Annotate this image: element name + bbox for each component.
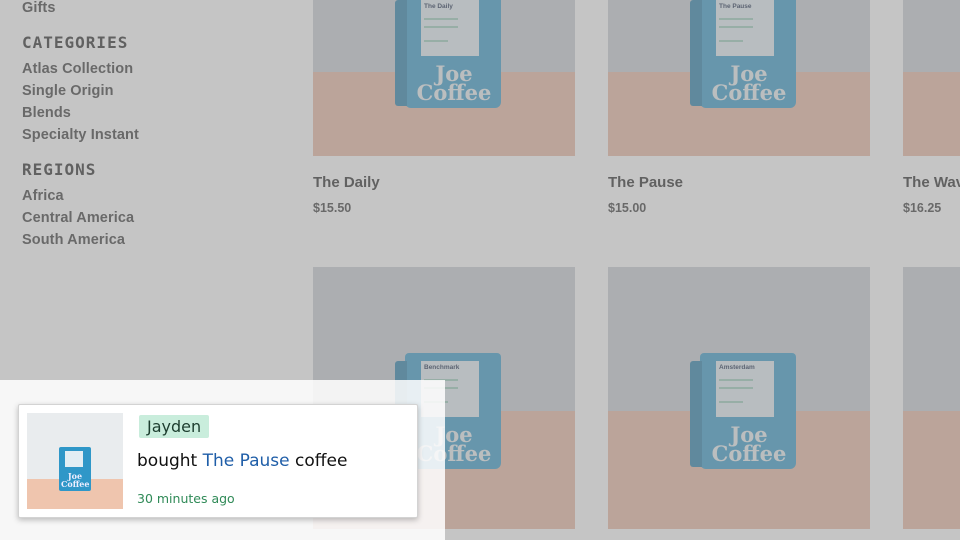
product-card[interactable]: The Daily Joe Coffee The Daily $15.50: [313, 0, 575, 215]
regions-list: Africa Central America South America: [22, 185, 134, 251]
product-image[interactable]: The Pause Joe Coffee: [608, 0, 870, 156]
product-card[interactable]: The Wav $16.25: [903, 0, 960, 215]
message-suffix: coffee: [289, 451, 348, 471]
categories-list: Atlas Collection Single Origin Blends Sp…: [22, 58, 139, 146]
product-image[interactable]: [903, 267, 960, 529]
customer-name-badge: Jayden: [139, 415, 210, 438]
notification-message: bought The Pause coffee: [137, 451, 347, 471]
category-link[interactable]: Specialty Instant: [22, 124, 139, 146]
coffee-bag-image: The Daily Joe Coffee: [395, 0, 501, 108]
product-card[interactable]: [903, 267, 960, 529]
region-link[interactable]: Central America: [22, 207, 134, 229]
product-card[interactable]: The Pause Joe Coffee The Pause $15.00: [608, 0, 870, 215]
notification-timestamp: 30 minutes ago: [137, 491, 235, 506]
category-link[interactable]: Atlas Collection: [22, 58, 139, 80]
category-link[interactable]: Blends: [22, 102, 139, 124]
region-link[interactable]: Africa: [22, 185, 134, 207]
sidebar-link-gifts[interactable]: Gifts: [22, 0, 56, 19]
notification-product-thumbnail: Joe Coffee: [27, 413, 123, 509]
product-name[interactable]: The Daily: [313, 174, 575, 191]
product-price: $15.50: [313, 201, 352, 215]
coffee-bag-image: Amsterdam Joe Coffee: [690, 353, 796, 469]
product-price: $15.00: [608, 201, 647, 215]
regions-heading: REGIONS: [22, 160, 97, 179]
categories-heading: CATEGORIES: [22, 33, 129, 52]
coffee-bag-image: The Pause Joe Coffee: [690, 0, 796, 108]
coffee-bag-image: Joe Coffee: [59, 447, 91, 491]
purchase-notification[interactable]: Joe Coffee Jayden bought The Pause coffe…: [18, 404, 418, 518]
message-prefix: bought: [137, 451, 203, 471]
product-card[interactable]: Amsterdam Joe Coffee: [608, 267, 870, 529]
product-image[interactable]: The Daily Joe Coffee: [313, 0, 575, 156]
product-image[interactable]: [903, 0, 960, 156]
product-name[interactable]: The Pause: [608, 174, 870, 191]
category-link[interactable]: Single Origin: [22, 80, 139, 102]
product-price: $16.25: [903, 201, 942, 215]
region-link[interactable]: South America: [22, 229, 134, 251]
product-image[interactable]: Amsterdam Joe Coffee: [608, 267, 870, 529]
product-name[interactable]: The Wav: [903, 174, 960, 191]
notification-product-link[interactable]: The Pause: [203, 451, 290, 471]
